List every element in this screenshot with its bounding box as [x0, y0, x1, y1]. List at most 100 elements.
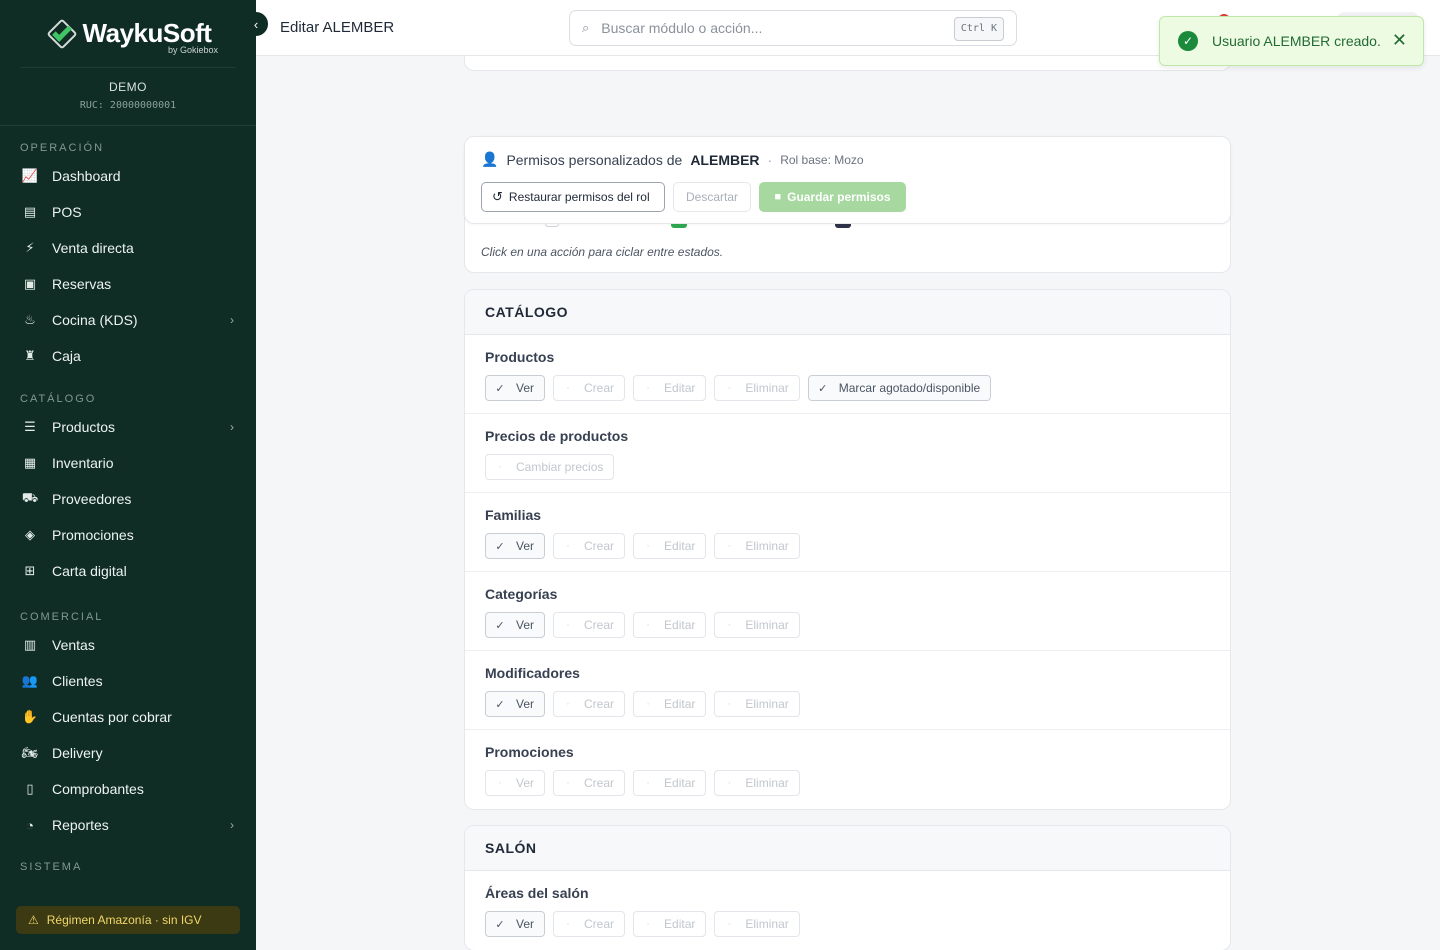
permission-toggle-label: Ver: [516, 381, 535, 395]
user-form-card: [464, 56, 1231, 71]
bolt-icon: ⚡: [25, 240, 35, 255]
sidebar-item-cocina-kds[interactable]: ♨ Cocina (KDS) ›: [0, 302, 256, 338]
page-title: Editar ALEMBER: [280, 19, 395, 36]
dot-icon: ·: [566, 382, 570, 394]
chart-line-icon: 📈: [21, 168, 39, 183]
permission-name: Familias: [485, 507, 542, 523]
sidebar-item-ventas[interactable]: ▥ Ventas: [0, 627, 256, 663]
permission-toggle-crear[interactable]: · Crear: [553, 691, 626, 717]
close-icon[interactable]: ✕: [1392, 30, 1407, 51]
permission-toggle-crear[interactable]: · Crear: [553, 533, 626, 559]
dot-icon: ·: [646, 382, 650, 394]
sidebar-item-label: Cuentas por cobrar: [52, 709, 172, 725]
permission-toggle-crear[interactable]: · Crear: [553, 612, 626, 638]
permission-toggle-label: Crear: [584, 539, 615, 553]
permission-toggle-crear[interactable]: · Crear: [553, 770, 626, 796]
permission-toggle-editar[interactable]: · Editar: [633, 375, 707, 401]
sidebar-item-productos[interactable]: ☰ Productos ›: [0, 409, 256, 445]
brand-logo[interactable]: WaykuSoft by Gokiebox: [20, 0, 236, 68]
permission-toggle-editar[interactable]: · Editar: [633, 533, 707, 559]
main-content: 👤 Permisos personalizados de ALEMBER · R…: [256, 56, 1440, 950]
restore-permissions-button[interactable]: ↺ Restaurar permisos del rol: [481, 182, 665, 212]
company-ruc: RUC: 20000000001: [79, 100, 177, 111]
sidebar-item-cuentas-por-cobrar[interactable]: ✋ Cuentas por cobrar: [0, 699, 256, 735]
legend-hint: Click en una acción para ciclar entre es…: [481, 245, 724, 259]
sidebar-item-label: Comprobantes: [52, 781, 144, 797]
permission-toggle-label: Editar: [664, 917, 696, 931]
sidebar-item-proveedores[interactable]: ⛟ Proveedores: [0, 481, 256, 517]
permission-toggle-editar[interactable]: · Editar: [633, 911, 707, 937]
tags-icon: ◈: [25, 527, 35, 542]
permission-toggle-editar[interactable]: · Editar: [633, 770, 707, 796]
permission-toggle-ver[interactable]: ✓ Ver: [485, 612, 546, 638]
sidebar-item-venta-directa[interactable]: ⚡ Venta directa: [0, 230, 256, 266]
sidebar-item-inventario[interactable]: ▦ Inventario: [0, 445, 256, 481]
permission-toggle-ver[interactable]: ✓ Ver: [485, 691, 546, 717]
permission-actions: ✓ Ver · Crear · Editar · Eliminar ✓ Marcar agotad…: [485, 375, 999, 401]
permission-toggle-ver[interactable]: ✓ Ver: [485, 533, 546, 559]
permission-toggle-label: Eliminar: [745, 381, 789, 395]
users-icon: 👥: [21, 673, 39, 688]
permission-toggle-ver[interactable]: ✓ Ver: [485, 375, 546, 401]
permission-toggle-ver[interactable]: · Ver: [485, 770, 546, 796]
dot-icon: ·: [727, 698, 732, 710]
permission-toggle-label: Crear: [584, 917, 615, 931]
sidebar-item-comprobantes[interactable]: ▯ Comprobantes: [0, 771, 256, 807]
permission-toggle-eliminar[interactable]: · Eliminar: [714, 375, 800, 401]
sidebar-item-promociones[interactable]: ◈ Promociones: [0, 517, 256, 553]
permission-toggle-ver[interactable]: ✓ Ver: [485, 911, 546, 937]
dot-icon: ·: [566, 619, 570, 631]
permission-toggle-crear[interactable]: · Crear: [553, 911, 626, 937]
dot-icon: ·: [566, 698, 570, 710]
hand-coin-icon: ✋: [21, 709, 39, 724]
permission-row: Modificadores ✓ Ver · Crear · Editar · Eliminar: [465, 651, 1230, 730]
permission-toggle-cambiar-precios[interactable]: · Cambiar precios: [485, 454, 615, 480]
permission-row: Productos ✓ Ver · Crear · Editar · Eliminar ✓ Marc…: [465, 335, 1230, 414]
permission-toggle-eliminar[interactable]: · Eliminar: [714, 770, 800, 796]
dot-icon: ·: [727, 382, 732, 394]
file-icon: ▯: [26, 781, 34, 796]
check-icon: ✓: [495, 698, 505, 711]
sidebar-item-label: Carta digital: [52, 563, 127, 579]
sidebar-item-carta-digital[interactable]: ⊞ Carta digital: [0, 553, 256, 589]
save-permissions-button[interactable]: ■ Guardar permisos: [759, 182, 906, 212]
permission-toggle-label: Crear: [584, 618, 615, 632]
search-input[interactable]: ⌕ Buscar módulo o acción... Ctrl K: [569, 10, 1017, 46]
sidebar-item-reservas[interactable]: ▣ Reservas: [0, 266, 256, 302]
sidebar-item-label: Venta directa: [52, 240, 134, 256]
sidebar-item-reportes[interactable]: ◔ Reportes ›: [0, 807, 256, 843]
company-info: DEMO RUC: 20000000001: [0, 68, 256, 126]
boxes-icon: ▦: [23, 455, 37, 470]
sidebar-item-caja[interactable]: ♜ Caja: [0, 338, 256, 374]
check-icon: ✓: [495, 382, 505, 395]
permission-actions: · Cambiar precios: [485, 454, 622, 480]
base-role: Rol base: Mozo: [780, 152, 864, 167]
sidebar-item-dashboard[interactable]: 📈 Dashboard: [0, 158, 256, 194]
sidebar-item-label: Dashboard: [52, 168, 121, 184]
permission-toggle-eliminar[interactable]: · Eliminar: [714, 911, 800, 937]
permission-name: Precios de productos: [485, 428, 629, 444]
discard-button[interactable]: Descartar: [673, 182, 751, 212]
save-label: Guardar permisos: [787, 190, 891, 204]
permission-toggle-marcar-agotado-disponible[interactable]: ✓ Marcar agotado/disponible: [807, 375, 992, 401]
sidebar-item-clientes[interactable]: 👥 Clientes: [0, 663, 256, 699]
permission-toggle-editar[interactable]: · Editar: [633, 612, 707, 638]
dot-icon: ·: [727, 777, 732, 789]
dot-icon: ·: [566, 918, 570, 930]
sidebar-item-label: Proveedores: [52, 491, 132, 507]
permission-toggle-crear[interactable]: · Crear: [553, 375, 626, 401]
sidebar-item-label: Promociones: [52, 527, 134, 543]
sidebar-item-delivery[interactable]: 🏍 Delivery: [0, 735, 256, 771]
search-placeholder: Buscar módulo o acción...: [601, 20, 763, 36]
restore-label: Restaurar permisos del rol: [508, 190, 650, 204]
permission-toggle-eliminar[interactable]: · Eliminar: [714, 533, 800, 559]
pie-chart-icon: ◔: [26, 817, 34, 833]
calendar-check-icon: ▣: [23, 276, 37, 291]
permission-toggle-eliminar[interactable]: · Eliminar: [714, 691, 800, 717]
sidebar-item-label: Inventario: [52, 455, 114, 471]
sidebar-item-pos[interactable]: ▤ POS: [0, 194, 256, 230]
collapse-sidebar-button[interactable]: ‹: [244, 12, 268, 36]
permission-toggle-editar[interactable]: · Editar: [633, 691, 707, 717]
dot-icon: ·: [646, 540, 650, 552]
permission-toggle-eliminar[interactable]: · Eliminar: [714, 612, 800, 638]
